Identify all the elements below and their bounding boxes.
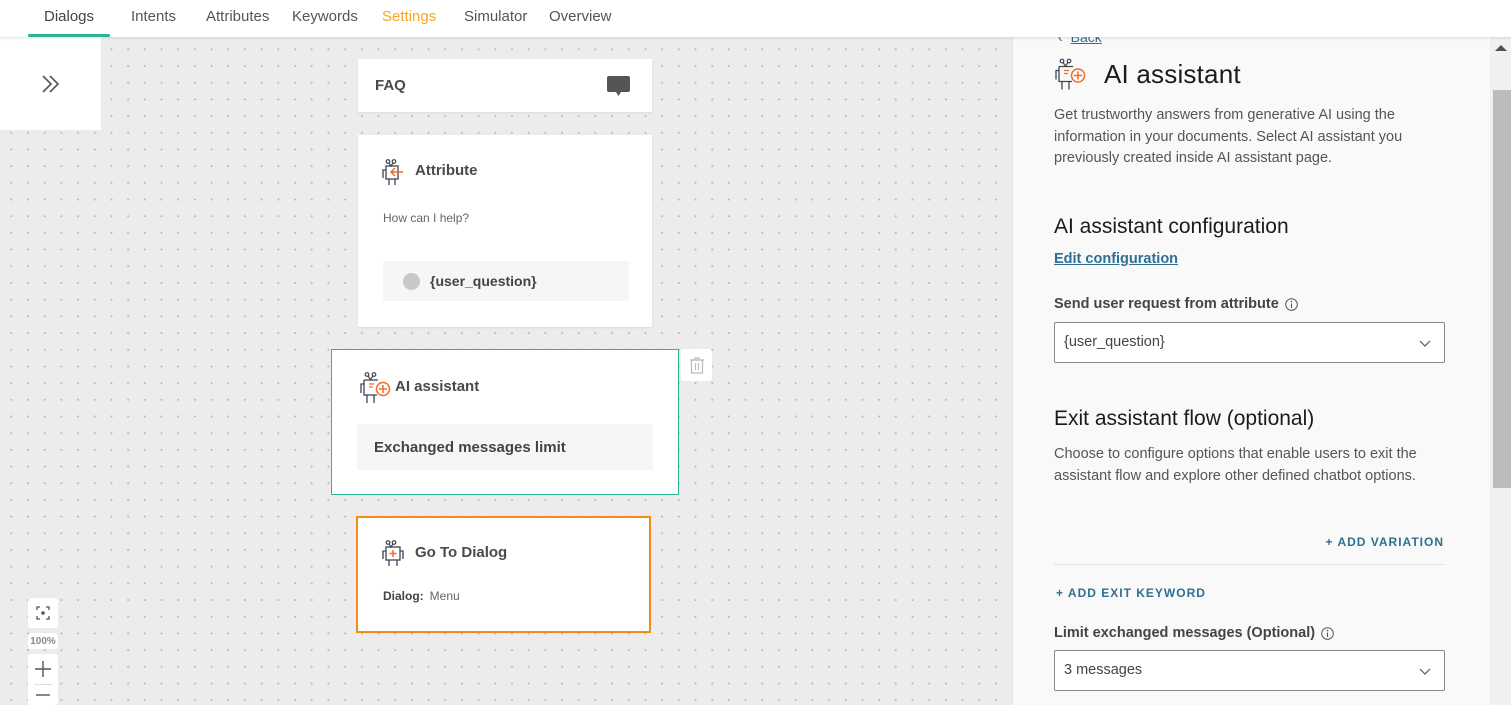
- edit-configuration-link[interactable]: Edit configuration: [1054, 251, 1178, 267]
- tab-attributes[interactable]: Attributes: [206, 0, 269, 37]
- send-request-select-value: {user_question}: [1064, 334, 1165, 350]
- add-variation-button[interactable]: + ADD VARIATION: [1326, 535, 1444, 549]
- limit-messages-select[interactable]: 3 messages: [1054, 650, 1445, 691]
- bot-attribute-icon: [382, 159, 403, 185]
- faq-node-title: FAQ: [375, 77, 406, 94]
- minus-icon: [36, 694, 50, 696]
- send-request-attribute-select[interactable]: {user_question}: [1054, 322, 1445, 363]
- limit-messages-label-text: Limit exchanged messages (Optional): [1054, 625, 1316, 641]
- ai-assistant-node[interactable]: AI assistant Exchanged messages limit: [331, 349, 679, 495]
- zoom-in-button[interactable]: [35, 654, 51, 684]
- tab-keywords[interactable]: Keywords: [292, 0, 358, 37]
- delete-node-button[interactable]: [681, 349, 712, 381]
- exit-flow-description: Choose to configure options that enable …: [1054, 446, 1417, 484]
- go-to-dialog-node[interactable]: Go To Dialog Dialog: Menu: [356, 516, 651, 633]
- send-request-label-text: Send user request from attribute: [1054, 296, 1279, 312]
- scrollbar-thumb[interactable]: [1493, 90, 1511, 488]
- panel-scrollbar[interactable]: [1490, 37, 1511, 705]
- zoom-controls: [28, 654, 58, 705]
- fit-screen-icon: [36, 606, 50, 620]
- config-heading: AI assistant configuration: [1054, 215, 1289, 238]
- chevron-down-icon: [1419, 668, 1431, 675]
- panel-title: AI assistant: [1104, 59, 1241, 89]
- section-divider: [1054, 564, 1445, 565]
- attribute-chip-text: {user_question}: [430, 273, 537, 289]
- attribute-prompt-text: How can I help?: [383, 211, 470, 225]
- chevron-down-icon: [1419, 340, 1431, 347]
- bot-ai-assistant-icon: [360, 372, 391, 403]
- tab-overview[interactable]: Overview: [549, 0, 612, 37]
- back-link[interactable]: ‹ Back: [1058, 37, 1102, 45]
- expand-sidebar-button[interactable]: [0, 37, 101, 130]
- double-chevron-right-icon: [41, 74, 59, 93]
- scroll-up-arrow-icon[interactable]: [1495, 45, 1507, 51]
- panel-description: Get trustworthy answers from generative …: [1054, 107, 1403, 166]
- plus-icon: [35, 661, 51, 677]
- bot-go-to-dialog-icon: [382, 540, 404, 566]
- attribute-chip: {user_question}: [383, 261, 629, 301]
- exit-flow-heading: Exit assistant flow (optional): [1054, 407, 1315, 430]
- dialog-meta-label: Dialog:: [383, 589, 424, 603]
- tab-simulator[interactable]: Simulator: [464, 0, 527, 37]
- go-to-dialog-node-title: Go To Dialog: [415, 544, 508, 561]
- attribute-node-title: Attribute: [415, 162, 478, 179]
- chevron-left-icon: ‹: [1058, 37, 1063, 45]
- tab-settings[interactable]: Settings: [382, 0, 436, 37]
- ai-assistant-settings-panel: ‹ Back AI assistant Get trustworthy answe…: [1012, 37, 1490, 705]
- ai-assistant-icon: [1055, 58, 1086, 90]
- info-icon[interactable]: [1284, 297, 1298, 311]
- info-icon[interactable]: [1321, 626, 1334, 640]
- go-to-dialog-meta: Dialog: Menu: [383, 589, 460, 603]
- dialog-meta-value: Menu: [429, 589, 460, 603]
- tab-dialogs[interactable]: Dialogs: [27, 0, 111, 37]
- faq-node[interactable]: FAQ: [358, 59, 652, 112]
- top-nav: Dialogs Intents Attributes Keywords Sett…: [0, 0, 1511, 37]
- attribute-dot-icon: [403, 273, 420, 290]
- ai-assistant-node-title: AI assistant: [395, 378, 480, 395]
- limit-messages-select-value: 3 messages: [1064, 662, 1143, 678]
- back-link-label: Back: [1070, 37, 1102, 45]
- zoom-out-button[interactable]: [36, 685, 50, 705]
- send-request-label: Send user request from attribute: [1054, 296, 1298, 312]
- chat-bubble-icon: [607, 76, 630, 96]
- tab-intents[interactable]: Intents: [131, 0, 176, 37]
- zoom-level: 100%: [28, 633, 58, 649]
- trash-icon: [689, 356, 704, 374]
- exchanged-messages-limit-label: Exchanged messages limit: [374, 439, 566, 456]
- fit-to-screen-button[interactable]: [28, 598, 58, 628]
- attribute-node[interactable]: Attribute How can I help? {user_question…: [358, 135, 652, 327]
- limit-messages-label: Limit exchanged messages (Optional): [1054, 625, 1334, 641]
- exchanged-messages-limit-box: Exchanged messages limit: [357, 424, 653, 470]
- add-exit-keyword-button[interactable]: + ADD EXIT KEYWORD: [1056, 586, 1206, 600]
